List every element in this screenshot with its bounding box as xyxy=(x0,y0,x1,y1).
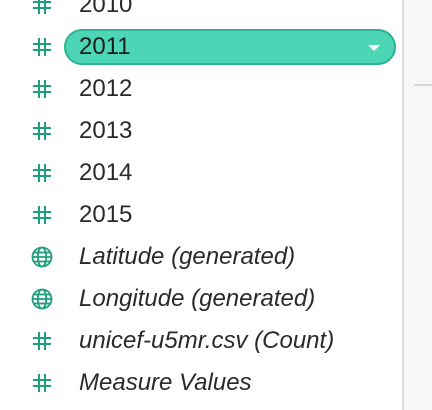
field-label: 2011 xyxy=(79,33,131,60)
measures-list: 2010 2011 2012 2013 2014 2015 Latitude (… xyxy=(0,0,402,404)
field-row-2013[interactable]: 2013 xyxy=(0,110,402,152)
field-label: 2013 xyxy=(79,117,133,144)
panel-separator xyxy=(414,84,432,86)
field-row-2011[interactable]: 2011 xyxy=(0,26,402,68)
field-row-latitude[interactable]: Latitude (generated) xyxy=(0,236,402,278)
field-label: Measure Values xyxy=(79,369,252,396)
field-row-2010[interactable]: 2010 xyxy=(0,0,402,26)
field-row-longitude[interactable]: Longitude (generated) xyxy=(0,278,402,320)
field-label: 2012 xyxy=(79,75,133,102)
selected-field-pill[interactable]: 2011 xyxy=(64,29,396,65)
globe-icon xyxy=(30,245,54,269)
globe-icon xyxy=(30,287,54,311)
field-label: unicef-u5mr.csv (Count) xyxy=(79,327,335,354)
hash-icon xyxy=(30,35,54,59)
field-label: Longitude (generated) xyxy=(79,285,316,312)
field-row-2012[interactable]: 2012 xyxy=(0,68,402,110)
dropdown-caret-icon[interactable] xyxy=(368,45,380,51)
hash-icon xyxy=(30,161,54,185)
field-label: 2015 xyxy=(79,201,133,228)
adjacent-panel-edge xyxy=(404,0,432,410)
field-label: 2010 xyxy=(79,0,133,18)
hash-icon xyxy=(30,371,54,395)
field-row-2014[interactable]: 2014 xyxy=(0,152,402,194)
data-pane: 2010 2011 2012 2013 2014 2015 Latitude (… xyxy=(0,0,432,410)
hash-icon xyxy=(30,119,54,143)
field-row-2015[interactable]: 2015 xyxy=(0,194,402,236)
field-row-count[interactable]: unicef-u5mr.csv (Count) xyxy=(0,320,402,362)
hash-icon xyxy=(30,0,54,17)
field-row-measure-values[interactable]: Measure Values xyxy=(0,362,402,404)
field-label: 2014 xyxy=(79,159,133,186)
hash-icon xyxy=(30,203,54,227)
hash-icon xyxy=(30,329,54,353)
hash-icon xyxy=(30,77,54,101)
field-label: Latitude (generated) xyxy=(79,243,296,270)
